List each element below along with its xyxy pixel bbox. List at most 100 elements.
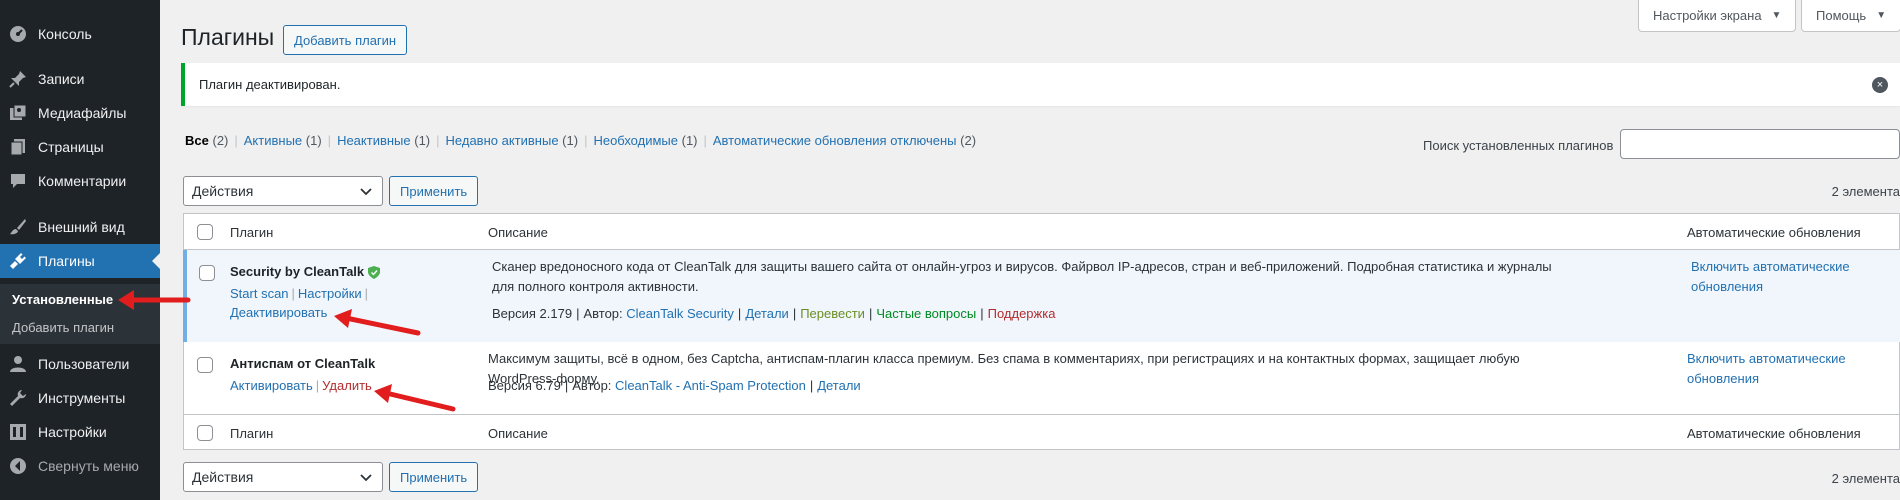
menu-item-users[interactable]: Пользователи xyxy=(0,347,160,381)
dismiss-icon[interactable]: × xyxy=(1872,77,1888,93)
separator: | xyxy=(436,133,440,148)
menu-item-dashboard[interactable]: Консоль xyxy=(0,17,160,51)
deactivate-link[interactable]: Деактивировать xyxy=(230,305,327,320)
plugin-name: Security by CleanTalk xyxy=(230,264,381,280)
settings-icon xyxy=(8,422,28,442)
chevron-down-icon xyxy=(360,474,372,482)
page-icon xyxy=(8,137,28,157)
filter-active[interactable]: Активные (1) xyxy=(244,133,322,148)
pin-icon xyxy=(8,69,28,89)
chevron-down-icon xyxy=(360,188,372,196)
menu-item-plugins[interactable]: Плагины xyxy=(0,244,160,278)
wrench-icon xyxy=(8,388,28,408)
settings-link[interactable]: Настройки xyxy=(298,286,362,301)
select-all-checkbox[interactable] xyxy=(197,224,213,240)
submenu-installed[interactable]: Установленные xyxy=(12,292,113,307)
table-header: Плагин Описание Автоматические обновлени… xyxy=(184,214,1900,250)
apply-button[interactable]: Применить xyxy=(389,176,479,206)
separator: | xyxy=(703,133,707,148)
enable-auto-updates-link[interactable]: Включить автоматические обновления xyxy=(1691,257,1891,297)
plugin-icon xyxy=(8,251,28,271)
collapse-icon xyxy=(8,456,28,476)
caret-down-icon: ▼ xyxy=(1771,10,1782,21)
row-checkbox[interactable] xyxy=(197,357,213,373)
filter-required[interactable]: Необходимые (1) xyxy=(593,133,697,148)
author-link[interactable]: CleanTalk - Anti-Spam Protection xyxy=(615,378,806,393)
filter-inactive[interactable]: Неактивные (1) xyxy=(337,133,430,148)
menu-label: Свернуть меню xyxy=(38,458,139,474)
brush-icon xyxy=(8,217,28,237)
menu-item-tools[interactable]: Инструменты xyxy=(0,381,160,415)
table-footer: Плагин Описание Автоматические обновлени… xyxy=(184,414,1900,450)
screen-options-label: Настройки экрана xyxy=(1653,8,1762,23)
menu-item-comments[interactable]: Комментарии xyxy=(0,164,160,198)
shield-icon xyxy=(368,266,381,280)
select-all-checkbox[interactable] xyxy=(197,425,213,441)
translate-link[interactable]: Перевести xyxy=(800,306,865,321)
menu-item-pages[interactable]: Страницы xyxy=(0,130,160,164)
users-icon xyxy=(8,354,28,374)
plugin-version: Версия 2.179 xyxy=(492,306,573,321)
add-plugin-button[interactable]: Добавить плагин xyxy=(283,25,408,55)
footer-auto-updates: Автоматические обновления xyxy=(1687,426,1861,441)
bulk-actions-select-bottom[interactable]: Действия xyxy=(183,462,383,492)
menu-label: Консоль xyxy=(38,26,92,42)
menu-label: Настройки xyxy=(38,424,107,440)
header-auto-updates: Автоматические обновления xyxy=(1687,225,1861,240)
header-plugin: Плагин xyxy=(230,225,274,240)
filter-all[interactable]: Все (2) xyxy=(185,133,228,148)
enable-auto-updates-link[interactable]: Включить автоматические обновления xyxy=(1687,349,1887,389)
menu-item-posts[interactable]: Записи xyxy=(0,62,160,96)
table-row: Security by CleanTalk Start scan | Настрой… xyxy=(183,250,1900,342)
start-scan-link[interactable]: Start scan xyxy=(230,286,289,301)
menu-item-appearance[interactable]: Внешний вид xyxy=(0,210,160,244)
items-count-bottom: 2 элемента xyxy=(1831,471,1900,486)
row-actions: Start scan | Настройки | xyxy=(230,286,369,301)
help-button[interactable]: Помощь ▼ xyxy=(1801,0,1900,32)
filter-recently-active[interactable]: Недавно активные (1) xyxy=(446,133,579,148)
submenu-add-plugin[interactable]: Добавить плагин xyxy=(12,320,114,335)
separator: | xyxy=(327,133,332,148)
faq-link[interactable]: Частые вопросы xyxy=(876,306,976,321)
menu-label: Инструменты xyxy=(38,390,126,406)
page-title: Плагины xyxy=(181,24,275,50)
dashboard-icon xyxy=(8,24,28,44)
collapse-menu-button[interactable]: Свернуть меню xyxy=(0,449,160,483)
author-label: Автор: xyxy=(583,306,623,321)
row-checkbox[interactable] xyxy=(199,265,215,281)
footer-plugin: Плагин xyxy=(230,426,274,441)
menu-label: Записи xyxy=(38,71,85,87)
row-actions: Активировать | Удалить xyxy=(230,378,372,393)
filter-auto-updates-disabled[interactable]: Автоматические обновления отключены (2) xyxy=(713,133,976,148)
activate-link[interactable]: Активировать xyxy=(230,378,313,393)
menu-item-media[interactable]: Медиафайлы xyxy=(0,96,160,130)
author-link[interactable]: CleanTalk Security xyxy=(626,306,734,321)
plugin-filters: Все (2) | Активные (1) | Неактивные (1) … xyxy=(185,133,976,148)
plugin-name: Антиспам от CleanTalk xyxy=(230,356,376,371)
plugin-version: Версия 6.79 xyxy=(488,378,561,393)
menu-item-settings[interactable]: Настройки xyxy=(0,415,160,449)
items-count: 2 элемента xyxy=(1831,184,1900,199)
delete-link[interactable]: Удалить xyxy=(322,378,372,393)
plugin-description: Сканер вредоносного кода от CleanTalk дл… xyxy=(492,259,1552,294)
deactivated-notice: Плагин деактивирован. × xyxy=(181,63,1900,106)
screen-options-button[interactable]: Настройки экрана ▼ xyxy=(1638,0,1797,32)
bulk-actions-select[interactable]: Действия xyxy=(183,176,383,206)
details-link[interactable]: Детали xyxy=(817,378,861,393)
comment-icon xyxy=(8,171,28,191)
footer-description: Описание xyxy=(488,426,548,441)
details-link[interactable]: Детали xyxy=(745,306,789,321)
plugin-meta: Версия 2.179 | Автор: CleanTalk Security | Д… xyxy=(492,306,1056,321)
apply-button-bottom[interactable]: Применить xyxy=(389,462,479,492)
header-description: Описание xyxy=(488,225,548,240)
support-link[interactable]: Поддержка xyxy=(988,306,1056,321)
search-label: Поиск установленных плагинов xyxy=(1423,138,1614,153)
plugins-table: Плагин Описание Автоматические обновлени… xyxy=(183,213,1900,450)
author-label: Автор: xyxy=(572,378,612,393)
plugins-submenu: Установленные Добавить плагин xyxy=(0,284,160,344)
help-label: Помощь xyxy=(1816,8,1867,23)
menu-label: Пользователи xyxy=(38,356,130,372)
separator: | xyxy=(234,133,238,148)
search-input[interactable] xyxy=(1620,129,1900,159)
plugin-meta: Версия 6.79 | Автор: CleanTalk - Anti-Spam… xyxy=(488,378,861,393)
